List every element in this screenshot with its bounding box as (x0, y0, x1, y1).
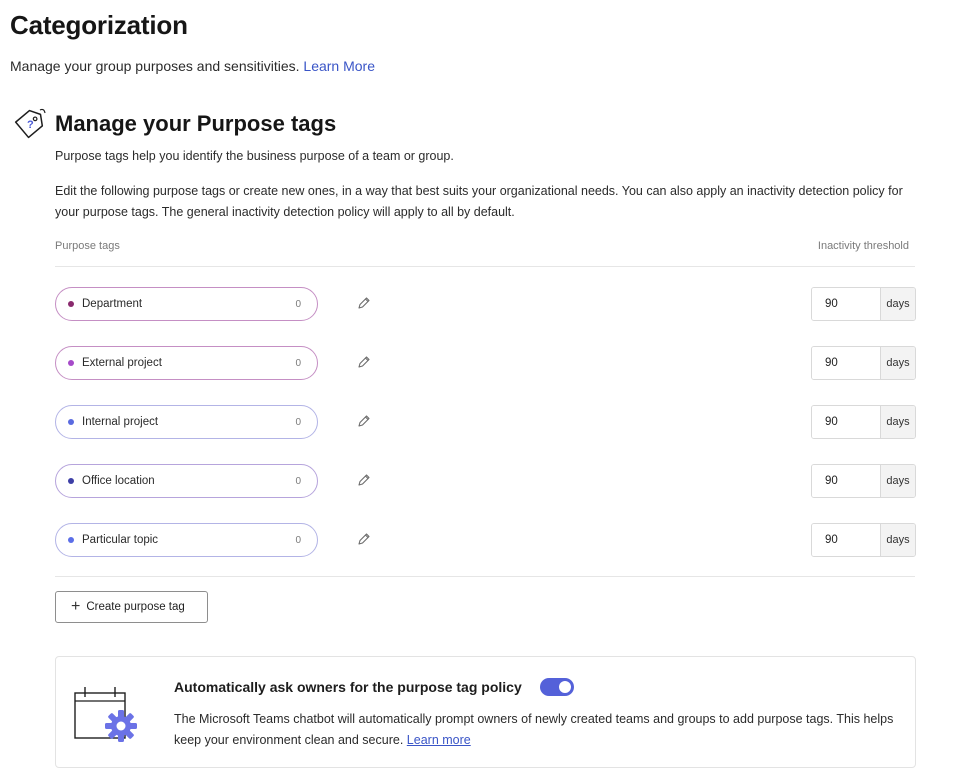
threshold-input[interactable] (812, 288, 880, 320)
tag-color-dot (68, 537, 74, 543)
threshold-input[interactable] (812, 406, 880, 438)
toggle-knob (559, 681, 571, 693)
svg-text:?: ? (27, 119, 34, 131)
threshold-input[interactable] (812, 465, 880, 497)
pencil-icon[interactable] (357, 473, 371, 487)
pencil-icon[interactable] (357, 532, 371, 546)
pencil-icon[interactable] (357, 296, 371, 310)
tag-row: External project 0 days (55, 346, 916, 380)
tag-color-dot (68, 419, 74, 425)
learn-more-link[interactable]: Learn More (303, 58, 375, 74)
threshold-input[interactable] (812, 347, 880, 379)
price-tag-icon: ? (14, 108, 46, 139)
policy-description-text: The Microsoft Teams chatbot will automat… (174, 712, 894, 747)
section-description-detail: Edit the following purpose tags or creat… (55, 184, 903, 219)
threshold-unit: days (880, 288, 915, 320)
policy-toggle[interactable] (540, 678, 574, 696)
purpose-tag-pill[interactable]: Office location 0 (55, 464, 318, 498)
tag-count: 0 (295, 357, 301, 369)
purpose-tag-pill[interactable]: Particular topic 0 (55, 523, 318, 557)
page-subtitle-text: Manage your group purposes and sensitivi… (10, 58, 300, 74)
purpose-tag-pill[interactable]: External project 0 (55, 346, 318, 380)
tag-label: Department (82, 298, 143, 310)
tag-row: Particular topic 0 days (55, 523, 916, 557)
tag-label: Internal project (82, 416, 159, 428)
tag-label: Office location (82, 475, 155, 487)
tag-label: External project (82, 357, 162, 369)
column-header-inactivity-threshold: Inactivity threshold (817, 240, 909, 252)
pencil-icon[interactable] (357, 355, 371, 369)
policy-description: The Microsoft Teams chatbot will automat… (174, 709, 904, 751)
threshold-unit: days (880, 347, 915, 379)
section-description: Purpose tags help you identify the busin… (55, 149, 454, 163)
purpose-tag-pill[interactable]: Internal project 0 (55, 405, 318, 439)
tag-color-dot (68, 301, 74, 307)
tag-label: Particular topic (82, 534, 159, 546)
tag-color-dot (68, 478, 74, 484)
plus-icon: + (71, 598, 81, 615)
inactivity-threshold-field: days (811, 464, 916, 498)
threshold-unit: days (880, 465, 915, 497)
create-purpose-tag-label: Create purpose tag (86, 601, 185, 613)
tag-row: Internal project 0 days (55, 405, 916, 439)
threshold-unit: days (880, 524, 915, 556)
section-title: Manage your Purpose tags (55, 111, 337, 136)
calendar-gear-icon (74, 687, 137, 742)
column-header-purpose-tags: Purpose tags (55, 240, 120, 252)
tag-count: 0 (295, 534, 301, 546)
tag-row: Department 0 days (55, 287, 916, 321)
inactivity-threshold-field: days (811, 405, 916, 439)
page-title: Categorization (10, 10, 188, 40)
tag-count: 0 (295, 416, 301, 428)
inactivity-threshold-field: days (811, 287, 916, 321)
inactivity-threshold-field: days (811, 523, 916, 557)
policy-learn-more-link[interactable]: Learn more (407, 733, 471, 747)
purpose-tag-pill[interactable]: Department 0 (55, 287, 318, 321)
policy-title: Automatically ask owners for the purpose… (174, 679, 522, 695)
threshold-input[interactable] (812, 524, 880, 556)
create-purpose-tag-button[interactable]: + Create purpose tag (55, 591, 208, 623)
tag-color-dot (68, 360, 74, 366)
tag-row: Office location 0 days (55, 464, 916, 498)
divider (55, 576, 915, 577)
tag-count: 0 (295, 298, 301, 310)
tag-count: 0 (295, 475, 301, 487)
divider (55, 266, 915, 267)
threshold-unit: days (880, 406, 915, 438)
page-subtitle: Manage your group purposes and sensitivi… (10, 58, 375, 74)
inactivity-threshold-field: days (811, 346, 916, 380)
pencil-icon[interactable] (357, 414, 371, 428)
purpose-tag-policy-card: Automatically ask owners for the purpose… (55, 656, 916, 768)
